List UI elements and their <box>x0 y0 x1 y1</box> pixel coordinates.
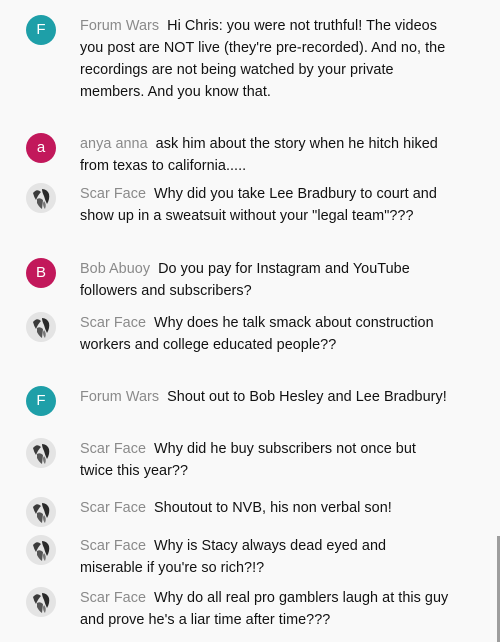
author-name[interactable]: Scar Face <box>80 186 146 202</box>
profile-photo-icon <box>26 312 56 342</box>
avatar[interactable]: a <box>26 133 56 163</box>
avatar[interactable] <box>26 497 56 527</box>
message-body: Scar Face Why did he buy subscribers not … <box>80 438 450 482</box>
live-chat-feed: F Forum Wars Hi Chris: you were not truth… <box>0 0 500 642</box>
profile-photo-icon <box>26 497 56 527</box>
message-body: Forum Wars Hi Chris: you were not truthfu… <box>80 15 450 103</box>
author-name[interactable]: Scar Face <box>80 538 146 554</box>
avatar[interactable] <box>26 535 56 565</box>
message-body: Scar Face Why did you take Lee Bradbury t… <box>80 183 450 227</box>
author-name[interactable]: Scar Face <box>80 590 146 606</box>
message-body: Scar Face Why does he talk smack about co… <box>80 312 450 356</box>
avatar[interactable]: F <box>26 386 56 416</box>
author-name[interactable]: Forum Wars <box>80 389 159 405</box>
avatar[interactable] <box>26 587 56 617</box>
message-body: Scar Face Shoutout to NVB, his non verbal… <box>80 497 450 519</box>
message-body: Scar Face Why is Stacy always dead eyed a… <box>80 535 450 579</box>
author-name[interactable]: Scar Face <box>80 500 146 516</box>
author-name[interactable]: Scar Face <box>80 315 146 331</box>
author-name[interactable]: anya anna <box>80 136 148 152</box>
profile-photo-icon <box>26 438 56 468</box>
avatar[interactable]: F <box>26 15 56 45</box>
author-name[interactable]: Bob Abuoy <box>80 261 150 277</box>
message-body: Forum Wars Shout out to Bob Hesley and Le… <box>80 386 450 408</box>
message-body: Scar Face Why do all real pro gamblers la… <box>80 587 450 631</box>
avatar[interactable] <box>26 312 56 342</box>
avatar[interactable]: B <box>26 258 56 288</box>
profile-photo-icon <box>26 587 56 617</box>
avatar[interactable] <box>26 183 56 213</box>
message-text: Shoutout to NVB, his non verbal son! <box>154 500 392 516</box>
author-name[interactable]: Forum Wars <box>80 18 159 34</box>
message-body: Bob Abuoy Do you pay for Instagram and Yo… <box>80 258 450 302</box>
profile-photo-icon <box>26 183 56 213</box>
message-text: Shout out to Bob Hesley and Lee Bradbury… <box>167 389 447 405</box>
message-body: anya anna ask him about the story when he… <box>80 133 450 177</box>
profile-photo-icon <box>26 535 56 565</box>
author-name[interactable]: Scar Face <box>80 441 146 457</box>
avatar[interactable] <box>26 438 56 468</box>
